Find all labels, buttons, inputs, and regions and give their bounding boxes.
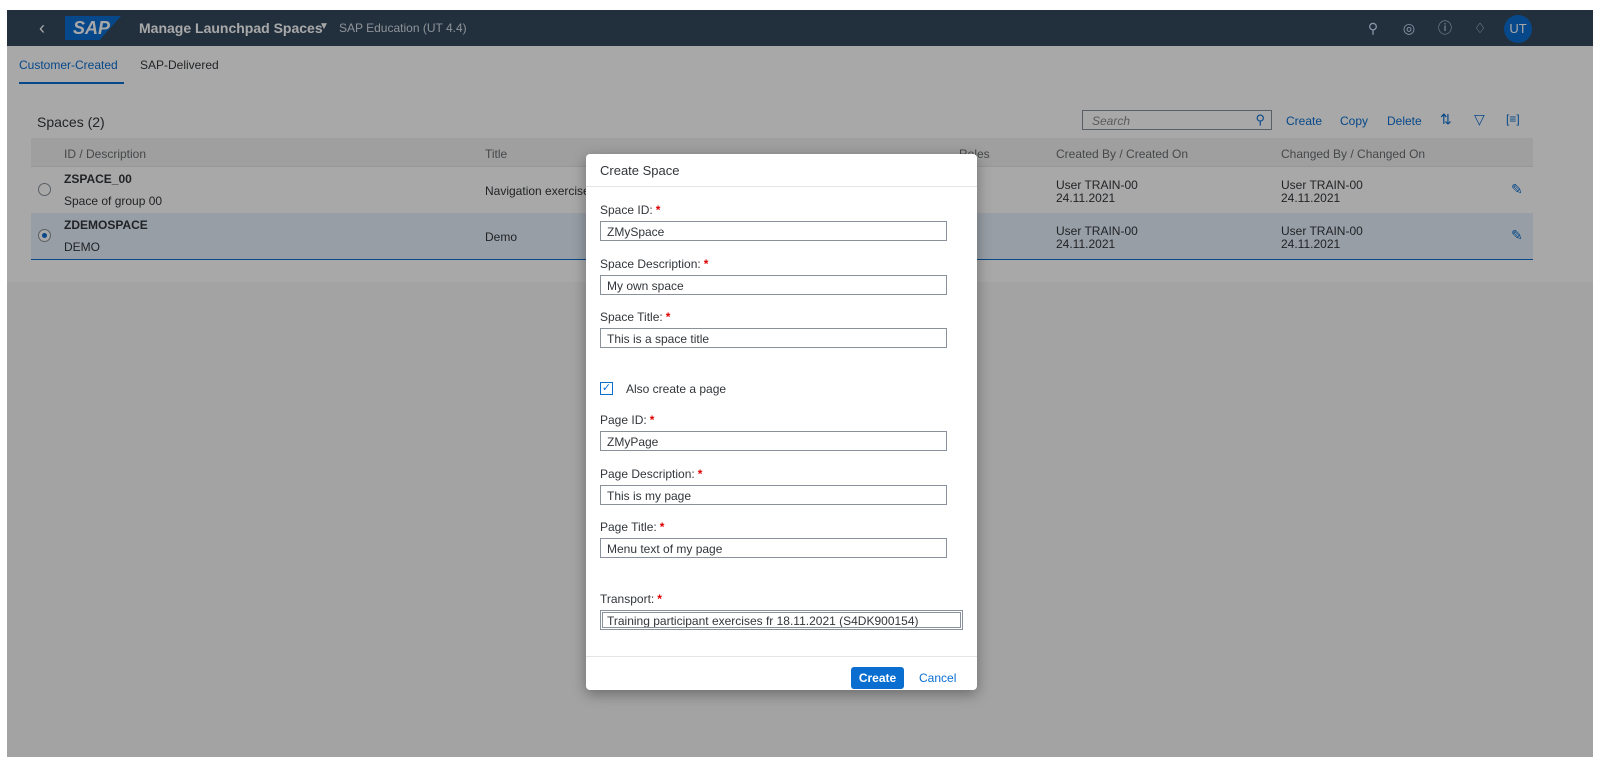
space-id-label: Space ID: *	[600, 203, 660, 217]
space-id-field[interactable]: ZMySpace	[600, 221, 947, 241]
space-title-field[interactable]: This is a space title	[600, 328, 947, 348]
dialog-title: Create Space	[600, 163, 680, 178]
page-desc-label: Page Description: *	[600, 467, 702, 481]
page-title-field[interactable]: Menu text of my page	[600, 538, 947, 558]
required-mark: *	[657, 592, 662, 606]
dialog-footer: Create Cancel	[586, 656, 977, 691]
required-mark: *	[697, 467, 703, 481]
space-title-label: Space Title: *	[600, 310, 670, 324]
also-create-page-checkbox[interactable]: ✓	[600, 382, 613, 395]
transport-label: Transport: *	[600, 592, 662, 606]
page-id-label-text: Page ID:	[600, 413, 647, 427]
space-title-label-text: Space Title:	[600, 310, 663, 324]
space-desc-label: Space Description: *	[600, 257, 708, 271]
required-mark: *	[649, 413, 655, 427]
cancel-button[interactable]: Cancel	[919, 671, 956, 685]
also-create-page-label[interactable]: Also create a page	[626, 382, 726, 396]
page-desc-label-text: Page Description:	[600, 467, 695, 481]
space-desc-field[interactable]: My own space	[600, 275, 947, 295]
page-title-label-text: Page Title:	[600, 520, 657, 534]
create-space-dialog: Create Space Space ID: * ZMySpace Space D…	[586, 154, 977, 690]
required-mark: *	[659, 520, 665, 534]
required-mark: *	[655, 203, 661, 217]
create-button[interactable]: Create	[851, 667, 904, 689]
page-id-label: Page ID: *	[600, 413, 654, 427]
transport-select[interactable]: Training participant exercises fr 18.11.…	[600, 610, 963, 630]
page-title-label: Page Title: *	[600, 520, 664, 534]
required-mark: *	[703, 257, 709, 271]
required-mark: *	[665, 310, 671, 324]
transport-label-text: Transport:	[600, 592, 655, 606]
page-desc-field[interactable]: This is my page	[600, 485, 947, 505]
page-id-field[interactable]: ZMyPage	[600, 431, 947, 451]
space-desc-label-text: Space Description:	[600, 257, 701, 271]
space-id-label-text: Space ID:	[600, 203, 653, 217]
dialog-header: Create Space	[586, 154, 977, 187]
